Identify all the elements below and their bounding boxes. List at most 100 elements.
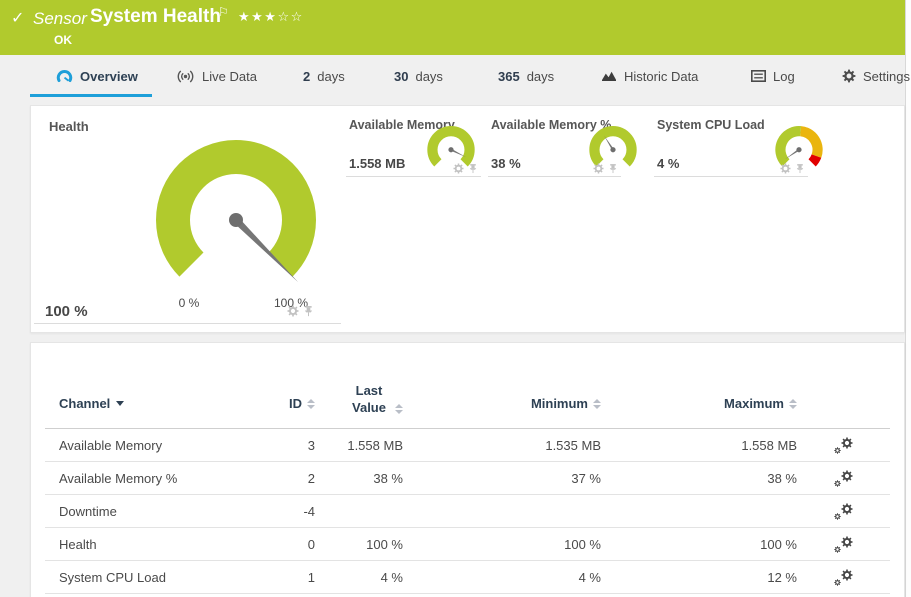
channel-maximum: 100 % [601, 537, 797, 552]
channel-name: Health [45, 537, 259, 552]
channel-id: -4 [259, 504, 315, 519]
sensor-status-header: ✓ Sensor System Health ⚐ ★★★☆☆ OK [0, 0, 905, 55]
column-header-last-value[interactable]: Last Value [315, 383, 403, 424]
panel-divider [34, 323, 341, 324]
channel-name: System CPU Load [45, 570, 259, 585]
health-gauge-panel: Health 0 % 100 % 100 % [31, 106, 343, 334]
channel-settings-gears-icon[interactable] [834, 569, 853, 586]
status-ok-check-icon: ✓ [11, 8, 24, 28]
channel-settings-gears-icon[interactable] [834, 503, 853, 520]
tab-number: 365 [498, 69, 520, 84]
sensor-title: System Health [90, 6, 221, 28]
channel-maximum: 12 % [601, 570, 797, 585]
area-chart-icon [601, 70, 617, 82]
tab-365-days[interactable]: 365 days [498, 55, 554, 97]
channel-maximum: 38 % [601, 471, 797, 486]
pin-icon[interactable] [304, 305, 313, 317]
prtg-sensor-page: ✓ Sensor System Health ⚐ ★★★☆☆ OK Overvi… [0, 0, 911, 597]
channel-settings-gears-icon[interactable] [834, 536, 853, 553]
channel-last-value: 4 % [315, 570, 403, 585]
tab-historic-data[interactable]: Historic Data [601, 55, 698, 97]
channel-settings-gears-icon[interactable] [834, 470, 853, 487]
gauge-icon [56, 69, 73, 83]
channel-id: 1 [259, 570, 315, 585]
column-header-minimum[interactable]: Minimum [403, 396, 601, 411]
channel-minimum: 100 % [403, 537, 601, 552]
column-header-maximum[interactable]: Maximum [601, 396, 797, 411]
gauge-settings-gear-icon[interactable] [287, 305, 299, 317]
channel-settings-gears-icon[interactable] [834, 437, 853, 454]
tab-label: Overview [80, 69, 138, 84]
table-row[interactable]: Downtime -4 [45, 495, 890, 528]
panel-divider [654, 176, 808, 177]
sensor-kind-label: Sensor [33, 9, 87, 29]
channel-id: 0 [259, 537, 315, 552]
tab-live-data[interactable]: Live Data [176, 55, 257, 97]
pin-icon[interactable] [796, 163, 804, 174]
channel-name: Downtime [45, 504, 259, 519]
gauge-settings-gear-icon[interactable] [780, 163, 791, 174]
table-row[interactable]: System CPU Load 1 4 % 4 % 12 % [45, 561, 890, 594]
table-row[interactable]: Health 0 100 % 100 % 100 % [45, 528, 890, 561]
tab-label: days [415, 69, 442, 84]
gauge-title: System CPU Load [657, 118, 765, 132]
panel-divider [346, 176, 481, 177]
active-tab-underline [30, 94, 152, 97]
health-gauge [136, 116, 336, 316]
pin-icon[interactable] [609, 163, 617, 174]
channels-table: Channel ID Last Value Minimum Maximum [45, 379, 890, 594]
gauge-actions [593, 163, 617, 174]
gauge-actions [780, 163, 804, 174]
channel-id: 2 [259, 471, 315, 486]
tab-label: Log [773, 69, 795, 84]
gauge-title: Health [49, 119, 89, 134]
channel-minimum: 1.535 MB [403, 438, 601, 453]
tab-label: days [317, 69, 344, 84]
channel-name: Available Memory % [45, 471, 259, 486]
panel-divider [488, 176, 621, 177]
sensor-status-text: OK [54, 33, 72, 47]
table-header-row: Channel ID Last Value Minimum Maximum [45, 379, 890, 429]
channel-last-value: 1.558 MB [315, 438, 403, 453]
gauge-value: 1.558 MB [349, 156, 405, 171]
column-header-id[interactable]: ID [259, 396, 315, 411]
tab-label: Settings [863, 69, 910, 84]
tab-settings[interactable]: Settings [842, 55, 910, 97]
sort-toggle-icon [593, 399, 601, 409]
gauge-settings-gear-icon[interactable] [453, 163, 464, 174]
channel-id: 3 [259, 438, 315, 453]
tab-2-days[interactable]: 2 days [303, 55, 345, 97]
sort-desc-caret-icon [116, 401, 124, 406]
flag-icon[interactable]: ⚐ [218, 5, 229, 19]
gauge-scale-min: 0 % [159, 296, 219, 310]
sensor-tab-bar: Overview Live Data 2 days 30 days 365 da… [0, 55, 905, 100]
tab-label: Live Data [202, 69, 257, 84]
table-row[interactable]: Available Memory % 2 38 % 37 % 38 % [45, 462, 890, 495]
system-cpu-load-gauge-panel: System CPU Load 4 % [654, 106, 808, 186]
priority-stars[interactable]: ★★★☆☆ [238, 9, 304, 25]
tab-number: 30 [394, 69, 408, 84]
gauge-actions [453, 163, 477, 174]
available-memory-pct-gauge-panel: Available Memory % 38 % [488, 106, 621, 186]
tab-log[interactable]: Log [751, 55, 795, 97]
gear-icon [842, 69, 856, 83]
table-row[interactable]: Available Memory 3 1.558 MB 1.535 MB 1.5… [45, 429, 890, 462]
broadcast-icon [176, 70, 195, 83]
gauges-card: Health 0 % 100 % 100 % Available Memory [30, 105, 905, 333]
sort-toggle-icon [307, 399, 315, 409]
tab-number: 2 [303, 69, 310, 84]
gauge-value: 100 % [45, 303, 88, 320]
tab-overview[interactable]: Overview [56, 55, 138, 97]
pin-icon[interactable] [469, 163, 477, 174]
gauge-actions [287, 305, 313, 317]
log-list-icon [751, 70, 766, 82]
tab-30-days[interactable]: 30 days [394, 55, 443, 97]
tab-label: days [527, 69, 554, 84]
channel-minimum: 4 % [403, 570, 601, 585]
channel-last-value: 38 % [315, 471, 403, 486]
gauge-settings-gear-icon[interactable] [593, 163, 604, 174]
channel-minimum: 37 % [403, 471, 601, 486]
column-header-channel[interactable]: Channel [45, 396, 259, 411]
gauge-value: 38 % [491, 156, 521, 171]
sort-toggle-icon [789, 399, 797, 409]
